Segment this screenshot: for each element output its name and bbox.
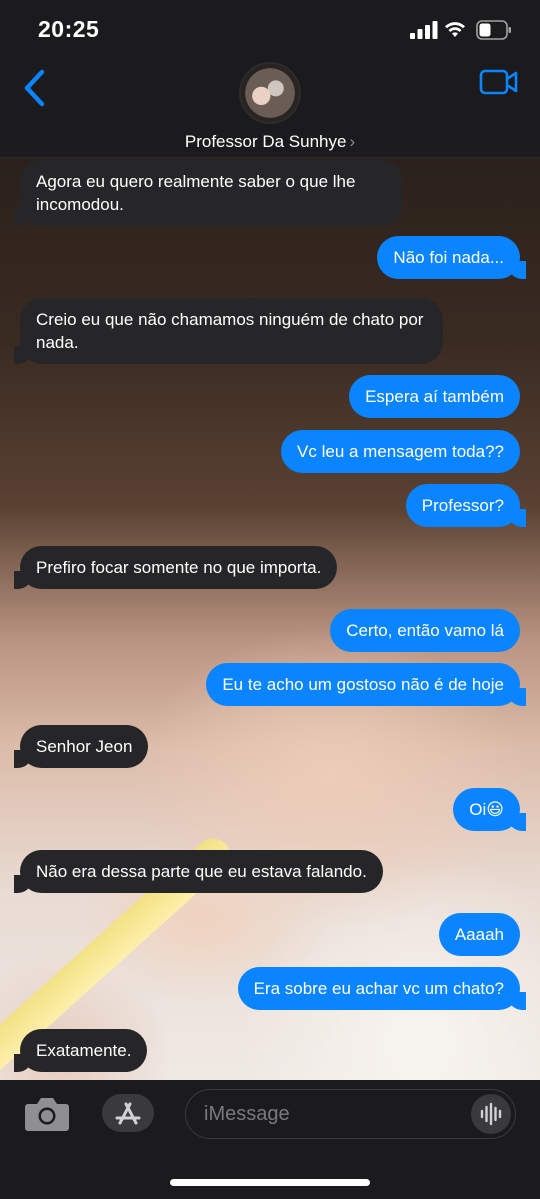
sent-message[interactable]: Aaaah xyxy=(438,913,520,956)
received-message[interactable]: Não era dessa parte que eu estava faland… xyxy=(14,850,383,893)
imessage-input[interactable] xyxy=(185,1089,516,1139)
received-message[interactable]: Exatamente. xyxy=(13,1029,148,1072)
sent-message[interactable]: Era sobre eu achar vc um chato? xyxy=(237,967,527,1010)
app-store-icon xyxy=(115,1102,141,1125)
chevron-right-icon: › xyxy=(349,132,356,151)
sent-message[interactable]: Vc leu a mensagem toda?? xyxy=(281,430,520,473)
waveform-icon xyxy=(480,1102,502,1126)
received-message[interactable]: Senhor Jeon xyxy=(13,725,149,768)
camera-icon[interactable] xyxy=(24,1094,70,1132)
chevron-left-icon[interactable] xyxy=(20,68,48,108)
app-store-button[interactable] xyxy=(102,1094,154,1132)
sent-message[interactable]: Não foi nada... xyxy=(377,236,526,279)
sent-message[interactable]: Certo, então vamo lá xyxy=(330,609,520,652)
sent-message[interactable]: Professor? xyxy=(405,484,527,527)
status-time: 20:25 xyxy=(38,16,100,42)
contact-name-button[interactable]: Professor Da Sunhye › xyxy=(0,132,540,152)
cellular-signal-icon xyxy=(410,21,438,39)
sent-message[interactable]: Oi😃 xyxy=(453,788,526,831)
contact-avatar[interactable] xyxy=(239,62,301,124)
home-indicator[interactable] xyxy=(170,1179,370,1186)
sent-message[interactable]: Espera aí também xyxy=(349,375,520,418)
received-message[interactable]: Agora eu quero realmente saber o que lhe… xyxy=(14,160,403,226)
video-camera-icon[interactable] xyxy=(479,68,519,96)
wifi-icon xyxy=(445,22,465,37)
received-message[interactable]: Prefiro focar somente no que importa. xyxy=(13,546,338,589)
audio-message-button[interactable] xyxy=(471,1094,511,1134)
received-message[interactable]: Creio eu que não chamamos ninguém de cha… xyxy=(14,298,443,364)
compose-bar xyxy=(0,1080,540,1199)
conversation-header: Professor Da Sunhye › xyxy=(0,60,540,158)
contact-name: Professor Da Sunhye xyxy=(184,132,347,151)
message-list: Agora eu quero realmente saber o que lhe… xyxy=(0,158,540,1080)
sent-message[interactable]: Eu te acho um gostoso não é de hoje xyxy=(206,663,526,706)
battery-icon xyxy=(476,20,511,40)
status-bar: 20:25 xyxy=(0,0,540,60)
